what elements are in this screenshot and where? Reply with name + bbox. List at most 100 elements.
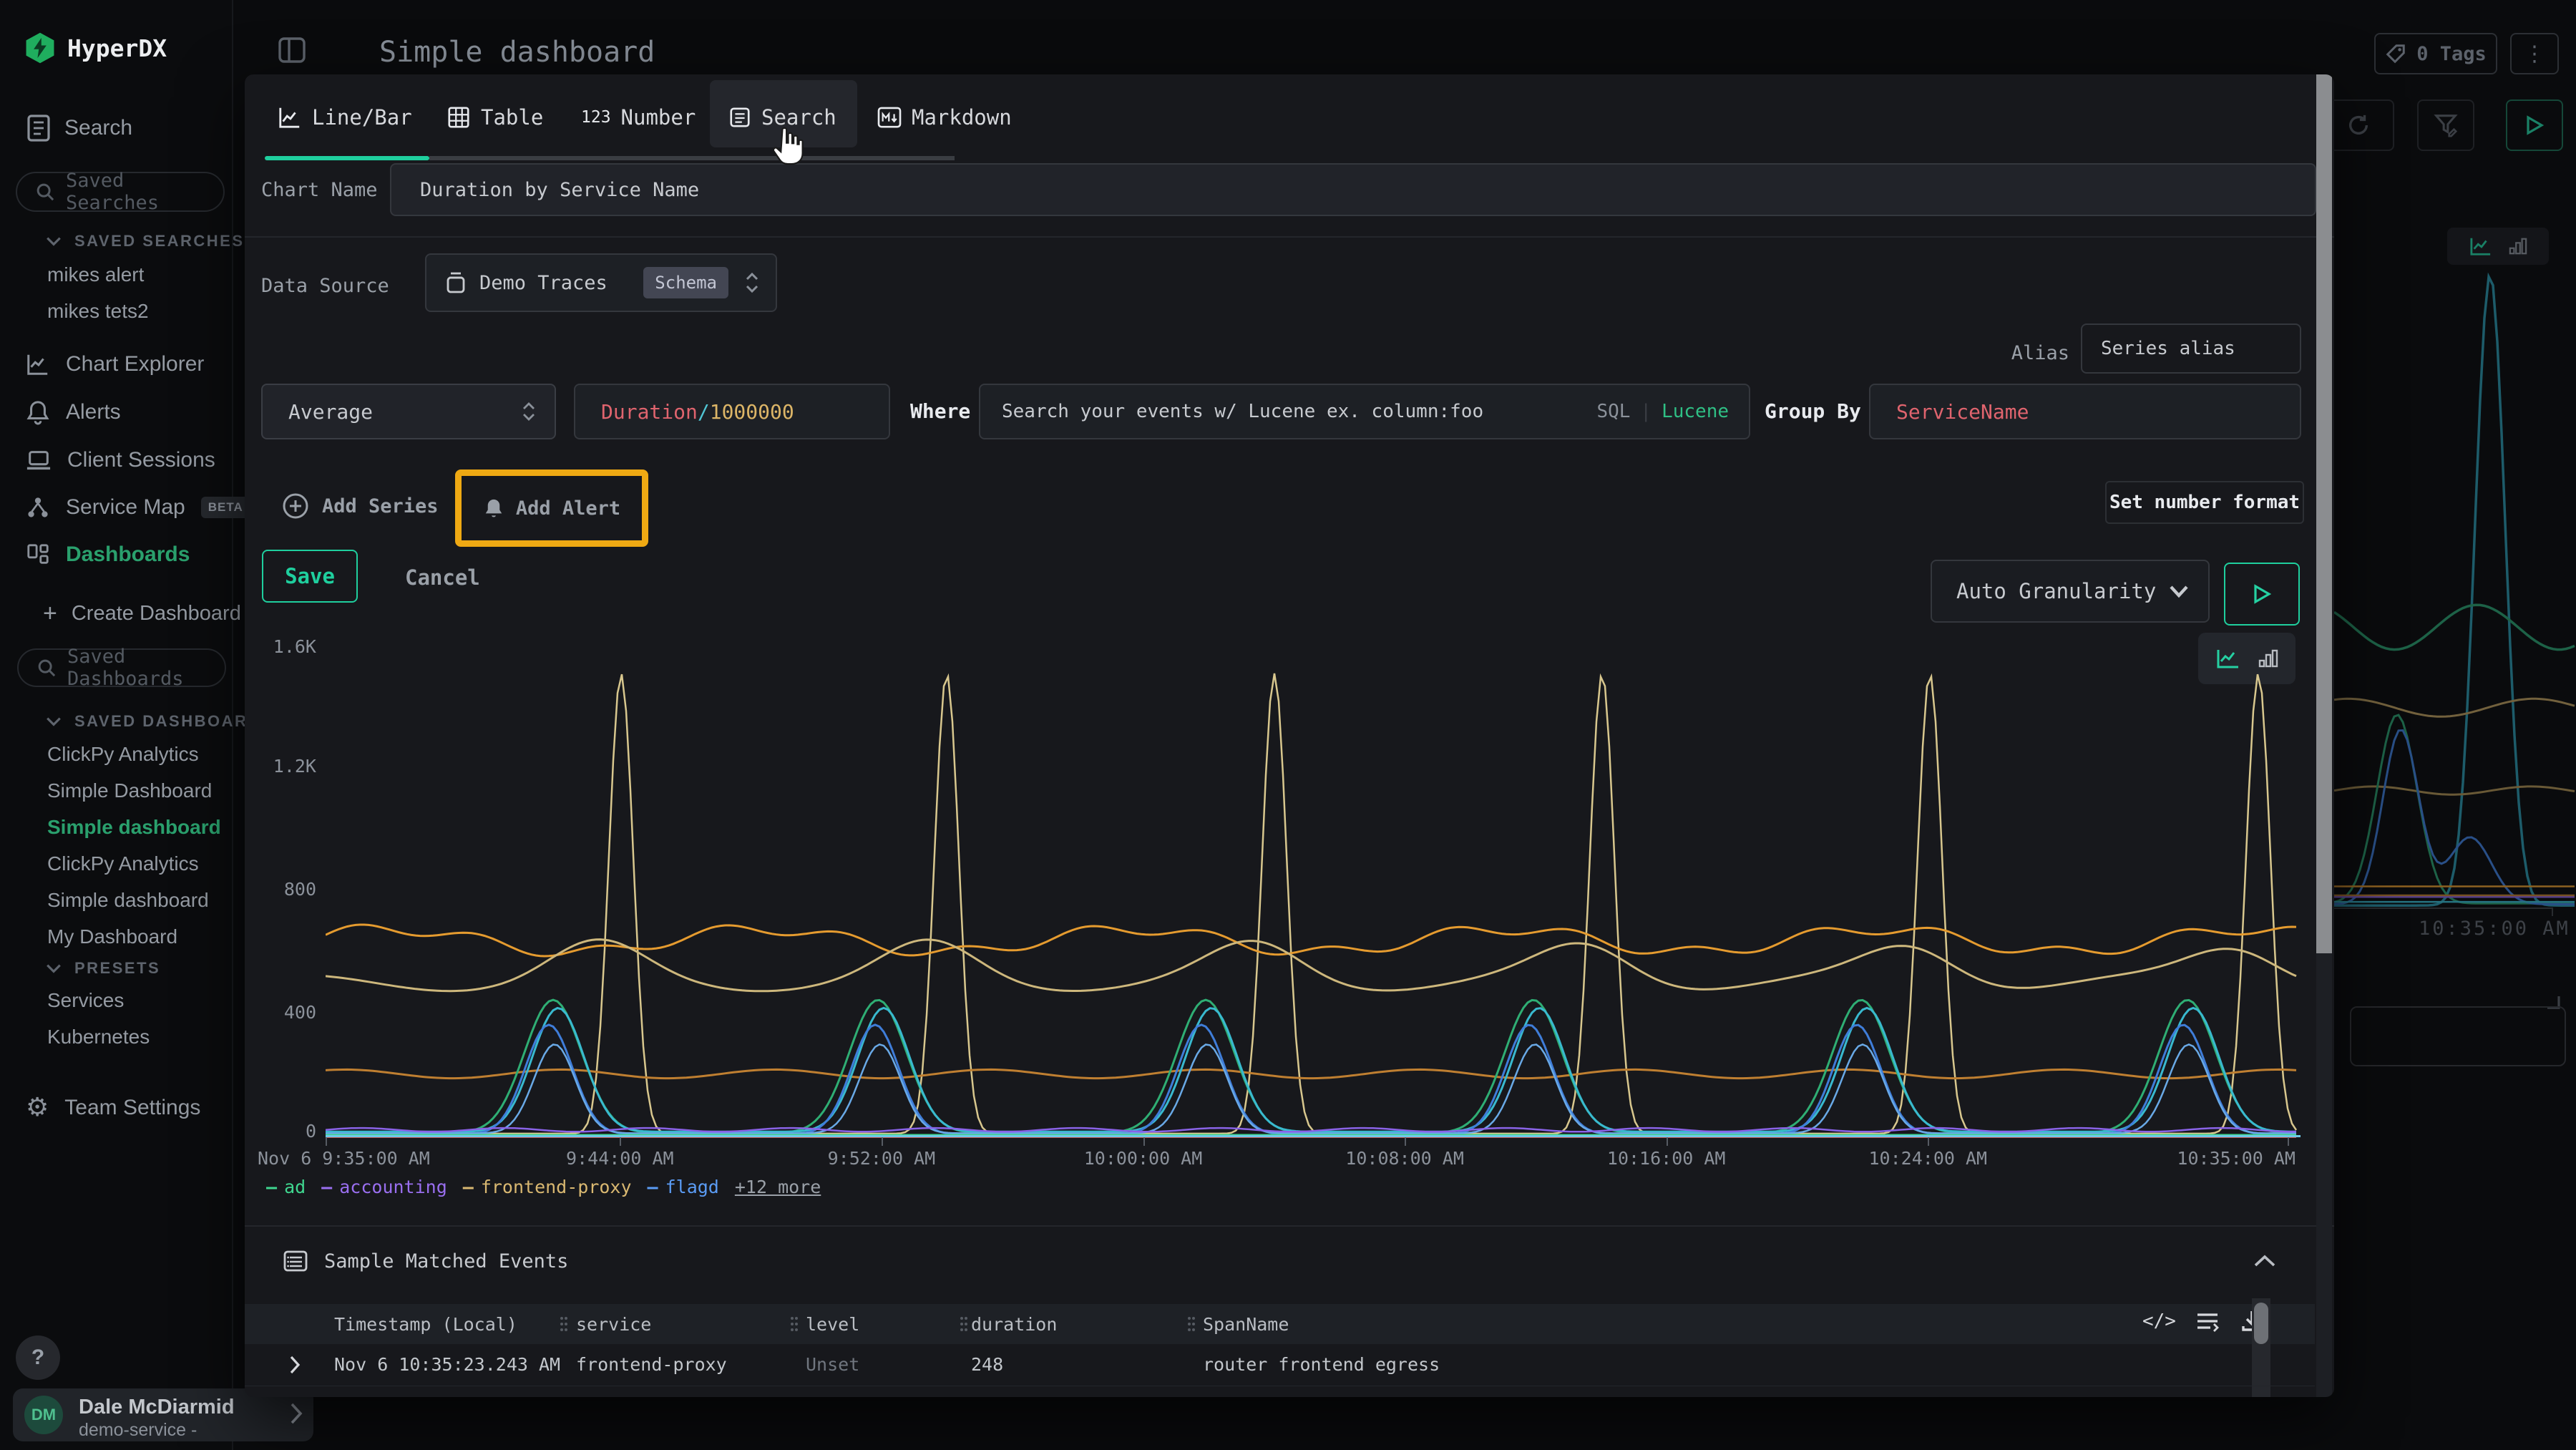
column-header[interactable]: level — [806, 1314, 859, 1335]
help-button[interactable]: ? — [16, 1335, 60, 1380]
saved-dashboard-item[interactable]: My Dashboard — [47, 925, 221, 948]
sidebar-collapse-button[interactable] — [278, 37, 306, 63]
saved-search-item[interactable]: mikes alert — [47, 263, 149, 286]
sidebar-item-chart-explorer[interactable]: Chart Explorer — [26, 352, 204, 376]
chart-series-line — [326, 1008, 2296, 1132]
sidebar-item-team-settings[interactable]: ⚙ Team Settings — [26, 1094, 200, 1122]
modal-scrollbar-thumb[interactable] — [2316, 74, 2332, 953]
sidebar-item-service-map[interactable]: Service Map BETA — [26, 495, 250, 520]
saved-dashboards-header[interactable]: SAVED DASHBOARDS — [46, 712, 273, 731]
tab-line-bar[interactable]: Line/Bar — [278, 94, 412, 140]
column-drag-handle-icon[interactable] — [959, 1315, 969, 1333]
save-button[interactable]: Save — [262, 550, 358, 603]
sql-toggle[interactable]: SQL — [1596, 401, 1630, 422]
legend-item[interactable]: —ad — [266, 1177, 306, 1197]
saved-dashboard-item[interactable]: Simple Dashboard — [47, 779, 221, 802]
legend-more-link[interactable]: +12 more — [735, 1177, 821, 1197]
filter-button[interactable] — [2417, 99, 2474, 151]
set-number-format-button[interactable]: Set number format — [2105, 481, 2304, 524]
tags-button[interactable]: 0 Tags — [2374, 33, 2497, 74]
legend-item[interactable]: —accounting — [321, 1177, 447, 1197]
x-axis-tick — [620, 1137, 621, 1146]
run-query-button[interactable] — [2224, 563, 2300, 626]
tab-underline-track — [429, 156, 955, 160]
legend-item[interactable]: —frontend-proxy — [463, 1177, 632, 1197]
saved-dashboards-placeholder: Saved Dashboards — [67, 646, 225, 690]
column-header[interactable]: service — [576, 1314, 651, 1335]
chart-name-input[interactable]: Duration by Service Name — [390, 163, 2316, 216]
code-icon[interactable]: </> — [2142, 1310, 2176, 1332]
saved-dashboard-item[interactable]: Simple dashboard — [47, 816, 221, 839]
modal-scrollbar-track[interactable] — [2316, 74, 2332, 1397]
aggregation-select[interactable]: Average — [261, 384, 556, 439]
plus-circle-icon — [282, 492, 309, 520]
data-source-select[interactable]: Demo Traces Schema — [425, 253, 777, 312]
collapse-section-button[interactable] — [2253, 1254, 2277, 1268]
metric-field-input[interactable]: Duration/1000000 — [574, 384, 890, 439]
search-icon — [37, 658, 56, 677]
saved-dashboard-item[interactable]: ClickPy Analytics — [47, 852, 221, 875]
brand-name: HyperDX — [67, 34, 167, 62]
bg-search-box[interactable] — [2350, 1006, 2566, 1066]
sidebar-item-alerts[interactable]: Alerts — [26, 399, 121, 425]
group-by-label: Group By — [1765, 399, 1861, 423]
saved-search-item[interactable]: mikes tets2 — [47, 300, 149, 323]
presets-header[interactable]: PRESETS — [46, 959, 160, 978]
tab-markdown[interactable]: Markdown — [877, 94, 1012, 140]
tab-number[interactable]: 123 Number — [581, 94, 696, 140]
sidebar-item-dashboards[interactable]: Dashboards — [26, 542, 190, 567]
column-header[interactable]: SpanName — [1203, 1314, 1289, 1335]
bar-chart-icon — [2509, 236, 2527, 256]
more-menu-button[interactable]: ⋮ — [2510, 33, 2559, 74]
tab-table[interactable]: Table — [447, 94, 543, 140]
column-drag-handle-icon[interactable] — [789, 1315, 799, 1333]
create-dashboard-button[interactable]: + Create Dashboard — [43, 601, 241, 626]
add-series-button[interactable]: Add Series — [282, 492, 439, 520]
x-axis-tick — [2288, 1137, 2289, 1146]
chevron-right-icon — [289, 1401, 303, 1426]
help-icon: ? — [31, 1346, 44, 1370]
saved-dashboards-list: ClickPy Analytics Simple Dashboard Simple … — [47, 743, 221, 962]
column-drag-handle-icon[interactable] — [1186, 1315, 1196, 1333]
cancel-button[interactable]: Cancel — [405, 565, 480, 590]
chart-series-line — [326, 1044, 2296, 1133]
chart-series-line — [326, 1025, 2296, 1134]
saved-searches-header[interactable]: SAVED SEARCHES — [46, 232, 245, 250]
saved-dashboards-input[interactable]: Saved Dashboards — [17, 648, 226, 687]
wrap-text-icon[interactable] — [2195, 1309, 2220, 1333]
chart-series-line — [326, 925, 2296, 956]
saved-searches-input[interactable]: Saved Searches — [16, 172, 225, 212]
brand[interactable]: HyperDX — [24, 31, 167, 64]
column-header[interactable]: Timestamp (Local) — [334, 1314, 517, 1335]
table-icon — [447, 105, 471, 130]
sidebar-item-search[interactable]: Search — [27, 115, 132, 142]
event-row[interactable]: Nov 6 10:35:23.243 AMfrontend-proxyUnset… — [245, 1386, 2315, 1397]
bg-x-axis — [2334, 908, 2553, 909]
lucene-toggle[interactable]: Lucene — [1662, 401, 1729, 422]
event-row[interactable]: Nov 6 10:35:23.243 AMfrontend-proxyUnset… — [245, 1344, 2315, 1386]
preset-item[interactable]: Kubernetes — [47, 1026, 150, 1048]
expand-row-icon[interactable] — [288, 1354, 301, 1376]
where-search-input[interactable]: Search your events w/ Lucene ex. column:… — [979, 384, 1750, 439]
chart-explorer-icon — [26, 352, 50, 376]
bg-run-button[interactable] — [2506, 99, 2563, 151]
table-scrollbar-thumb[interactable] — [2254, 1303, 2268, 1344]
column-header[interactable]: duration — [971, 1314, 1057, 1335]
add-alert-button[interactable]: Add Alert — [483, 497, 620, 520]
expand-row-icon[interactable] — [288, 1396, 301, 1397]
legend-item[interactable]: —flagd — [648, 1177, 719, 1197]
column-drag-handle-icon[interactable] — [559, 1315, 569, 1333]
dashboards-icon — [26, 542, 50, 567]
markdown-icon — [877, 107, 902, 128]
event-cell: frontend-proxy — [576, 1396, 727, 1397]
preset-item[interactable]: Services — [47, 989, 150, 1012]
alias-input[interactable]: Series alias — [2081, 323, 2301, 374]
legend-label: flagd — [665, 1177, 719, 1197]
group-by-input[interactable]: ServiceName — [1869, 384, 2301, 439]
sample-events-title: Sample Matched Events — [324, 1250, 568, 1273]
saved-dashboard-item[interactable]: ClickPy Analytics — [47, 743, 221, 766]
edit-chart-modal: Line/Bar Table 123 Number Search Markdow… — [245, 74, 2334, 1397]
sidebar-item-client-sessions[interactable]: Client Sessions — [26, 448, 215, 472]
saved-dashboard-item[interactable]: Simple dashboard — [47, 889, 221, 912]
granularity-select[interactable]: Auto Granularity — [1931, 560, 2210, 623]
